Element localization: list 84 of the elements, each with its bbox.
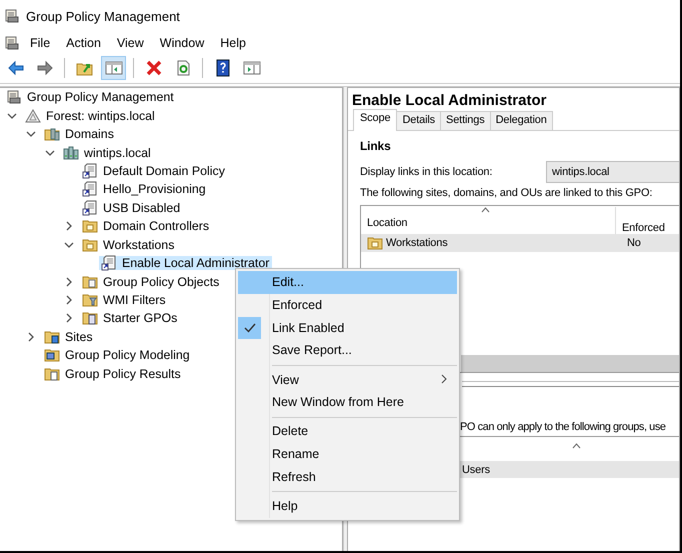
document-icon xyxy=(101,255,117,272)
tree-item[interactable]: USB Disabled xyxy=(80,200,184,215)
context-menu-item[interactable]: Save Report... xyxy=(238,339,457,362)
context-menu-item[interactable]: Enforced xyxy=(238,294,457,316)
section-heading: Links xyxy=(360,139,392,153)
tab[interactable]: Details xyxy=(396,111,442,130)
tree-item[interactable]: Starter GPOs xyxy=(80,311,180,326)
gpo-title: Enable Local Administrator xyxy=(351,91,548,111)
description-text: The following sites, domains, and OUs are linked to this GPO: xyxy=(360,187,654,199)
document-icon xyxy=(82,181,98,198)
menu-item[interactable]: Action xyxy=(58,34,109,52)
chevron-down-icon[interactable] xyxy=(7,110,17,121)
server-icon xyxy=(63,144,79,161)
tree-item[interactable]: Default Domain Policy xyxy=(80,164,228,178)
context-menu-item[interactable]: Help xyxy=(238,494,457,518)
console-icon xyxy=(4,8,20,24)
folder-icon xyxy=(82,310,98,326)
back-arrow-icon xyxy=(6,59,24,77)
chevron-down-icon[interactable] xyxy=(26,129,36,140)
forward-arrow-icon xyxy=(36,59,54,77)
scrollbar[interactable] xyxy=(461,355,679,372)
delete-icon xyxy=(144,59,162,77)
folder-icon xyxy=(82,274,98,290)
tree-item[interactable]: Workstations xyxy=(80,238,178,252)
tree-item[interactable]: Hello_Provisioning xyxy=(80,182,209,196)
chevron-down-icon[interactable] xyxy=(45,148,55,158)
context-menu-item[interactable]: Rename xyxy=(238,442,457,466)
console-tree-button[interactable] xyxy=(101,56,126,80)
window-title: Group Policy Management xyxy=(26,8,180,24)
column-header[interactable]: Location xyxy=(361,217,408,234)
console-icon xyxy=(6,89,22,106)
table-row[interactable]: Users xyxy=(460,461,679,478)
menu-item[interactable]: View xyxy=(108,34,152,52)
folder-icon xyxy=(82,236,98,253)
tab[interactable]: Settings xyxy=(440,111,491,130)
folder-icon xyxy=(44,328,60,345)
pane-icon xyxy=(104,59,122,77)
tab[interactable]: Scope xyxy=(353,109,398,131)
tree-item[interactable]: Group Policy Results xyxy=(42,366,184,381)
context-menu-item[interactable]: Refresh xyxy=(238,466,457,488)
server-folder-icon xyxy=(44,126,60,142)
tree-item[interactable]: Group Policy Modeling xyxy=(42,348,193,362)
tree-item[interactable]: Forest: wintips.local xyxy=(23,108,158,123)
context-menu-item[interactable]: Link Enabled xyxy=(238,316,457,340)
document-icon xyxy=(82,200,98,216)
menu-item[interactable]: Help xyxy=(212,34,254,52)
table-row[interactable]: Workstations No xyxy=(361,234,679,252)
chevron-down-icon[interactable] xyxy=(64,240,74,250)
folder-icon xyxy=(44,347,60,364)
menu-item[interactable]: Window xyxy=(152,34,212,52)
context-menu-item[interactable]: Edit... xyxy=(238,271,457,294)
folder-icon xyxy=(367,235,383,251)
triangle-icon xyxy=(25,108,41,124)
menu-item[interactable]: File xyxy=(22,34,58,52)
tree-item[interactable]: Enable Local Administrator xyxy=(99,256,272,270)
tree-item[interactable]: Domains xyxy=(42,127,117,142)
chevron-right-icon[interactable] xyxy=(64,276,74,287)
location-dropdown[interactable]: wintips.local xyxy=(546,161,679,183)
description-text: PO can only apply to the following groups, use xyxy=(460,421,666,433)
tree-item[interactable]: wintips.local xyxy=(61,146,154,160)
chevron-right-icon[interactable] xyxy=(64,221,74,232)
context-menu-item[interactable]: Delete xyxy=(238,420,457,443)
chevron-right-icon[interactable] xyxy=(64,313,74,324)
tree-item[interactable]: Group Policy Objects xyxy=(80,274,222,289)
sort-icon xyxy=(572,443,581,449)
tab[interactable]: Delegation xyxy=(490,111,553,130)
context-menu-item[interactable]: New Window from Here xyxy=(238,390,457,414)
console-icon xyxy=(4,34,20,50)
tree-item[interactable]: Domain Controllers xyxy=(80,219,212,234)
pane-icon xyxy=(242,59,260,77)
tree-item[interactable]: Group Policy Management xyxy=(4,90,177,104)
tree-item[interactable]: Sites xyxy=(42,330,96,344)
tree-item[interactable]: WMI Filters xyxy=(80,293,169,308)
folder-icon xyxy=(82,292,98,308)
help-icon xyxy=(214,59,232,77)
folder-icon xyxy=(82,218,98,234)
table-cell-text: No xyxy=(626,237,641,249)
sort-icon xyxy=(481,207,490,213)
field-label: Display links in this location: xyxy=(360,166,494,178)
document-icon xyxy=(82,162,98,179)
chevron-right-icon[interactable] xyxy=(26,332,36,342)
folder-icon xyxy=(44,366,60,382)
chevron-right-icon[interactable] xyxy=(64,295,74,306)
context-menu-item[interactable]: View xyxy=(238,368,457,391)
